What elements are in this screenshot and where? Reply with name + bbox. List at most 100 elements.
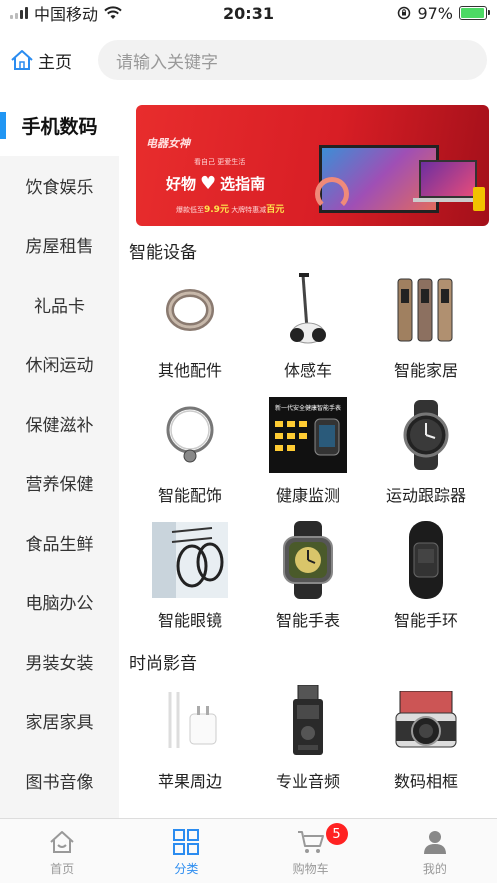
- smart-devices-grid: 其他配件 体感车 智能家居 智能配饰 新一代安全健康智能手表 健康监测 运动跟踪…: [119, 268, 497, 643]
- sidebar-item-label: 食品生鲜: [25, 534, 94, 555]
- sidebar-item-label: 男装女装: [25, 653, 94, 674]
- status-right: 97%: [397, 3, 490, 23]
- sidebar-item-leisure-sports[interactable]: 休闲运动: [0, 334, 119, 394]
- smart-necklace-icon: [150, 396, 230, 474]
- sidebar-item-label: 保健滋补: [25, 415, 94, 436]
- category-cell-smart-glasses[interactable]: 智能眼镜: [131, 518, 249, 643]
- banner-subline: 看自己 更爱生活: [194, 158, 246, 166]
- audio-recorder-icon: [268, 682, 348, 760]
- category-cell-smart-accessories[interactable]: 智能配饰: [131, 393, 249, 518]
- category-cell-pro-audio[interactable]: 专业音频: [249, 679, 367, 804]
- category-cell-smart-watch[interactable]: 智能手表: [249, 518, 367, 643]
- phone-image: [473, 187, 485, 211]
- digital-camera-icon: [386, 682, 466, 760]
- sidebar-item-label: 图书音像: [25, 772, 94, 793]
- category-label: 智能眼镜: [157, 611, 222, 630]
- category-label: 苹果周边: [157, 772, 222, 791]
- search-input[interactable]: 请输入关键字: [98, 40, 487, 80]
- category-cell-digital-frame[interactable]: 数码相框: [367, 679, 485, 804]
- battery-icon: [459, 6, 490, 20]
- smart-band-icon: [386, 521, 466, 599]
- sidebar-item-food-entertainment[interactable]: 饮食娱乐: [0, 156, 119, 216]
- sidebar-item-books-media[interactable]: 图书音像: [0, 751, 119, 811]
- header: 主页 请输入关键字: [0, 38, 497, 82]
- headphone-image: [315, 177, 349, 211]
- signal-icon: [10, 7, 28, 19]
- category-icon: [171, 827, 201, 857]
- section-title-smart-devices: 智能设备: [129, 242, 197, 263]
- sidebar-item-phone-digital[interactable]: 手机数码: [0, 96, 119, 156]
- smart-ring-icon: [150, 271, 230, 349]
- category-cell-health-monitor[interactable]: 新一代安全健康智能手表 健康监测: [249, 393, 367, 518]
- status-bar: 中国移动 20:31 97%: [0, 0, 497, 26]
- category-label: 智能手环: [393, 611, 458, 630]
- sidebar-item-gift-card[interactable]: 礼品卡: [0, 275, 119, 335]
- category-label: 专业音频: [275, 772, 340, 791]
- sidebar-item-real-estate[interactable]: 房屋租售: [0, 215, 119, 275]
- fashion-av-grid: 苹果周边 专业音频 数码相框: [119, 679, 497, 804]
- rotation-lock-icon: [398, 6, 411, 20]
- sidebar-item-label: 家居家具: [25, 713, 94, 734]
- banner-headline: 好物 ♥ 选指南: [166, 173, 265, 194]
- banner-promo: 爆款低至9.9元 大牌特惠减百元: [176, 202, 284, 215]
- health-monitor-icon: 新一代安全健康智能手表: [268, 396, 348, 474]
- banner-brand: 电器女神: [146, 137, 190, 150]
- sidebar-item-label: 房屋租售: [25, 237, 94, 258]
- home-link[interactable]: 主页: [10, 48, 88, 73]
- cart-icon: [296, 827, 326, 857]
- sidebar-item-label: 休闲运动: [25, 356, 94, 377]
- banner-promo-mid: 大牌特惠减: [231, 206, 267, 214]
- sidebar-item-label: 手机数码: [21, 116, 98, 139]
- sidebar-item-nutrition[interactable]: 营养保健: [0, 453, 119, 513]
- cart-badge: 5: [325, 823, 348, 845]
- home-icon: [47, 827, 77, 857]
- profile-icon: [420, 827, 450, 857]
- category-label: 智能手表: [275, 611, 340, 630]
- banner-headline-left: 好物: [166, 175, 197, 193]
- category-label: 智能家居: [393, 361, 458, 380]
- category-cell-smart-home[interactable]: 智能家居: [367, 268, 485, 393]
- smart-watch-icon: [268, 521, 348, 599]
- laptop-image: [419, 160, 477, 198]
- category-cell-sport-tracker[interactable]: 运动跟踪器: [367, 393, 485, 518]
- sidebar-item-clothing[interactable]: 男装女装: [0, 632, 119, 692]
- banner-promo-price: 9.9元: [204, 205, 229, 215]
- tab-label: 购物车: [292, 862, 329, 876]
- battery-percent: 97%: [417, 3, 453, 23]
- apple-charger-icon: [150, 682, 230, 760]
- status-left: 中国移动: [10, 1, 122, 25]
- category-label: 运动跟踪器: [385, 486, 466, 505]
- promo-banner[interactable]: 电器女神 看自己 更爱生活 好物 ♥ 选指南 爆款低至9.9元 大牌特惠减百元: [136, 105, 489, 226]
- sidebar-item-label: 营养保健: [25, 475, 94, 496]
- category-label: 其他配件: [157, 361, 222, 380]
- sidebar-item-health-tonic[interactable]: 保健滋补: [0, 394, 119, 454]
- banner-promo-prefix: 爆款低至: [176, 206, 204, 214]
- sidebar-item-label: 电脑办公: [25, 594, 94, 615]
- tab-bar: 首页 分类 购物车 5 我的: [0, 818, 497, 883]
- sidebar-item-label: 饮食娱乐: [25, 177, 94, 198]
- section-title-fashion-av: 时尚影音: [129, 653, 197, 674]
- tab-cart[interactable]: 购物车 5: [249, 819, 373, 883]
- home-label: 主页: [38, 52, 72, 73]
- sidebar-item-home-furniture[interactable]: 家居家具: [0, 691, 119, 751]
- category-label: 数码相框: [393, 772, 458, 791]
- smart-door-lock-icon: [386, 271, 466, 349]
- health-monitor-banner-text: 新一代安全健康智能手表: [275, 404, 341, 412]
- category-sidebar: 手机数码 饮食娱乐 房屋租售 礼品卡 休闲运动 保健滋补 营养保健 食品生鲜 电…: [0, 96, 119, 818]
- category-label: 智能配饰: [157, 486, 222, 505]
- home-outline-icon: [11, 50, 33, 70]
- sidebar-item-fresh-food[interactable]: 食品生鲜: [0, 513, 119, 573]
- tab-label: 首页: [50, 862, 75, 876]
- sidebar-item-computer-office[interactable]: 电脑办公: [0, 572, 119, 632]
- category-cell-apple-peripherals[interactable]: 苹果周边: [131, 679, 249, 804]
- tab-label: 分类: [174, 862, 199, 876]
- tab-label: 我的: [422, 862, 447, 876]
- tab-profile[interactable]: 我的: [373, 819, 497, 883]
- category-cell-other-accessories[interactable]: 其他配件: [131, 268, 249, 393]
- tab-home[interactable]: 首页: [0, 819, 124, 883]
- tab-category[interactable]: 分类: [124, 819, 248, 883]
- category-cell-balance-scooter[interactable]: 体感车: [249, 268, 367, 393]
- banner-promo-suffix: 百元: [266, 205, 285, 215]
- category-cell-smart-band[interactable]: 智能手环: [367, 518, 485, 643]
- balance-scooter-icon: [268, 271, 348, 349]
